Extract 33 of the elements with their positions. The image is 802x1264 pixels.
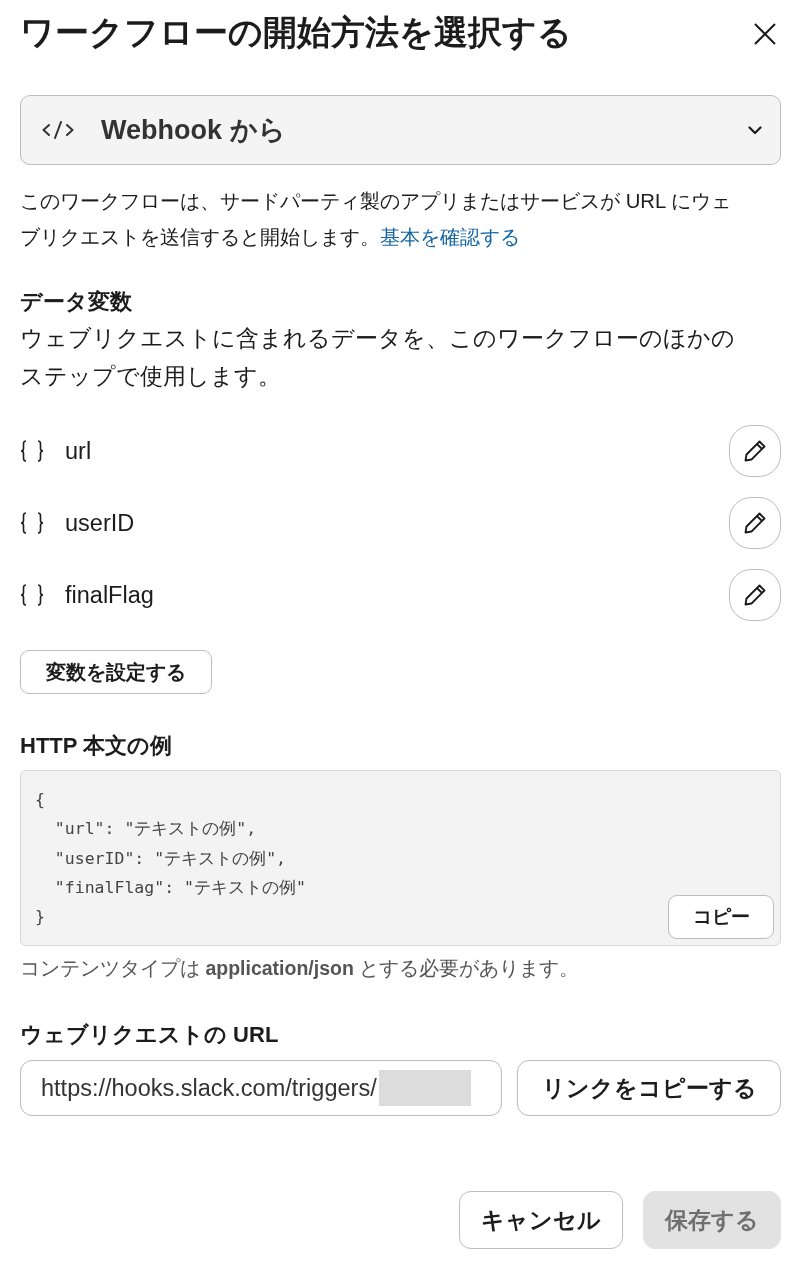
select-value: Webhook から xyxy=(101,114,287,147)
variable-name: userID xyxy=(65,509,136,537)
section-heading: ウェブリクエストの URL xyxy=(20,1021,280,1049)
copy-button[interactable]: コピー xyxy=(668,895,774,939)
content-type-note: コンテンツタイプは application/json とする必要があります。 xyxy=(20,956,581,981)
section-heading: HTTP 本文の例 xyxy=(20,732,174,760)
variable-name: url xyxy=(65,437,93,465)
close-icon xyxy=(754,22,776,45)
description-text: このワークフローは、サードパーティ製のアプリまたはサービスが URL にウェブリクエストを送信すると開始します。基本を確認する xyxy=(20,189,733,250)
edit-button[interactable] xyxy=(729,497,781,549)
chevron-down-icon xyxy=(748,125,762,135)
section-description: ウェブリクエストに含まれるデータを、このワークフローのほかのステップで使用します。 xyxy=(20,324,736,391)
copy-link-button[interactable]: リンクをコピーする xyxy=(517,1060,781,1116)
pencil-icon xyxy=(743,439,767,463)
url-text: https://hooks.slack.com/triggers/ xyxy=(41,1074,377,1102)
pencil-icon xyxy=(743,583,767,607)
cancel-button[interactable]: キャンセル xyxy=(459,1191,623,1249)
edit-button[interactable] xyxy=(729,569,781,621)
braces-icon xyxy=(20,512,44,534)
learn-more-link[interactable]: 基本を確認する xyxy=(380,226,520,248)
pencil-icon xyxy=(743,511,767,535)
braces-icon xyxy=(20,440,44,462)
section-heading: データ変数 xyxy=(20,288,133,316)
variable-name: finalFlag xyxy=(65,581,155,609)
trigger-select[interactable]: Webhook から xyxy=(20,95,781,165)
code-text: { "url": "テキストの例", "userID": "テキストの例", "finalFlag": "テキストの例" } xyxy=(35,789,306,929)
code-icon xyxy=(42,121,74,139)
edit-button[interactable] xyxy=(729,425,781,477)
close-button[interactable] xyxy=(754,22,776,45)
set-variables-button[interactable]: 変数を設定する xyxy=(20,650,212,694)
braces-icon xyxy=(20,584,44,606)
dialog-title: ワークフローの開始方法を選択する xyxy=(20,12,572,53)
url-field[interactable]: https://hooks.slack.com/triggers/ xyxy=(20,1060,502,1116)
